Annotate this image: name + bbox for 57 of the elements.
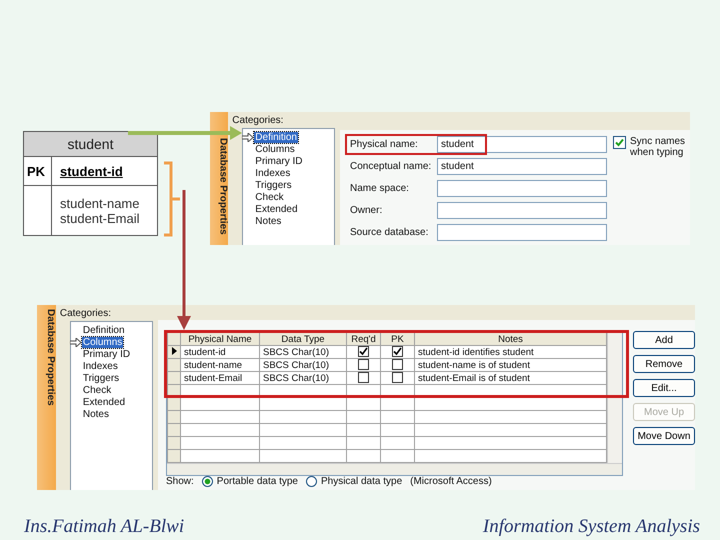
column-header[interactable]: Req'd — [346, 332, 380, 346]
category-item[interactable]: Primary ID — [82, 348, 132, 360]
attribute: student-Email — [60, 210, 140, 226]
categories-label: Categories: — [58, 307, 112, 321]
table-cell: SBCS Char(10) — [260, 372, 346, 384]
table-cell: student-id identifies student — [414, 346, 606, 358]
category-item[interactable]: Extended — [254, 204, 299, 214]
category-item[interactable]: Check — [254, 192, 285, 202]
course-title: Information System Analysis — [482, 516, 700, 538]
category-item[interactable]: Check — [82, 384, 112, 396]
category-item[interactable]: Columns — [254, 144, 296, 154]
table-cell: student-id — [180, 346, 260, 358]
category-item[interactable]: Primary ID — [254, 156, 304, 166]
entity-name: student — [24, 132, 157, 157]
key-attribute: student-id — [60, 164, 123, 178]
table-cell: SBCS Char(10) — [260, 346, 346, 358]
column-header[interactable]: Data Type — [260, 332, 346, 346]
categories-label: Categories: — [231, 114, 284, 128]
field-label: Owner: — [350, 205, 384, 216]
checkbox-label: Sync names when typing — [630, 136, 686, 160]
radio-label: Portable data type — [216, 476, 298, 487]
dialog-button[interactable]: Edit... — [633, 379, 695, 397]
show-label: Show: — [166, 476, 194, 487]
author-name: Ins.Fatimah AL-Blwi — [24, 516, 184, 538]
field-label: Source database: — [350, 227, 430, 238]
field-label: Name space: — [350, 183, 410, 194]
note-text: (Microsoft Access) — [410, 476, 492, 487]
category-item[interactable]: Columns — [82, 336, 124, 348]
radio-label: Physical data type — [320, 476, 402, 487]
category-item[interactable]: Indexes — [254, 168, 292, 178]
dialog-button[interactable]: Move Down — [633, 427, 695, 445]
category-item[interactable]: Triggers — [82, 372, 120, 384]
key-label: PK — [27, 164, 46, 178]
category-item[interactable]: Notes — [82, 408, 110, 420]
table-cell: student-name — [180, 358, 260, 372]
category-item[interactable]: Extended — [82, 396, 126, 408]
column-header[interactable]: PK — [380, 332, 414, 346]
field-label: Conceptual name: — [350, 161, 432, 172]
category-item[interactable]: Triggers — [254, 180, 293, 190]
column-header[interactable]: Physical Name — [180, 332, 260, 346]
vertical-tab[interactable]: Database Properties — [210, 112, 228, 245]
table-cell: student-name is of student — [414, 358, 606, 372]
attribute: student-name — [60, 196, 140, 210]
category-item[interactable]: Indexes — [82, 360, 119, 372]
field-label: Physical name: — [350, 139, 419, 150]
input-field[interactable]: student — [437, 158, 607, 175]
category-item[interactable]: Notes — [254, 216, 282, 226]
vertical-tab[interactable]: Database Properties — [37, 305, 56, 490]
column-header[interactable]: Notes — [414, 332, 606, 346]
category-item[interactable]: Definition — [82, 324, 126, 336]
category-item[interactable]: Definition — [254, 132, 298, 142]
table-cell: SBCS Char(10) — [260, 358, 346, 372]
dialog-button[interactable]: Add — [633, 331, 695, 349]
input-field[interactable]: student — [437, 136, 607, 153]
table-cell: student-Email — [180, 372, 260, 384]
dialog-button[interactable]: Remove — [633, 355, 695, 373]
table-cell: student-Email is of student — [414, 372, 606, 384]
